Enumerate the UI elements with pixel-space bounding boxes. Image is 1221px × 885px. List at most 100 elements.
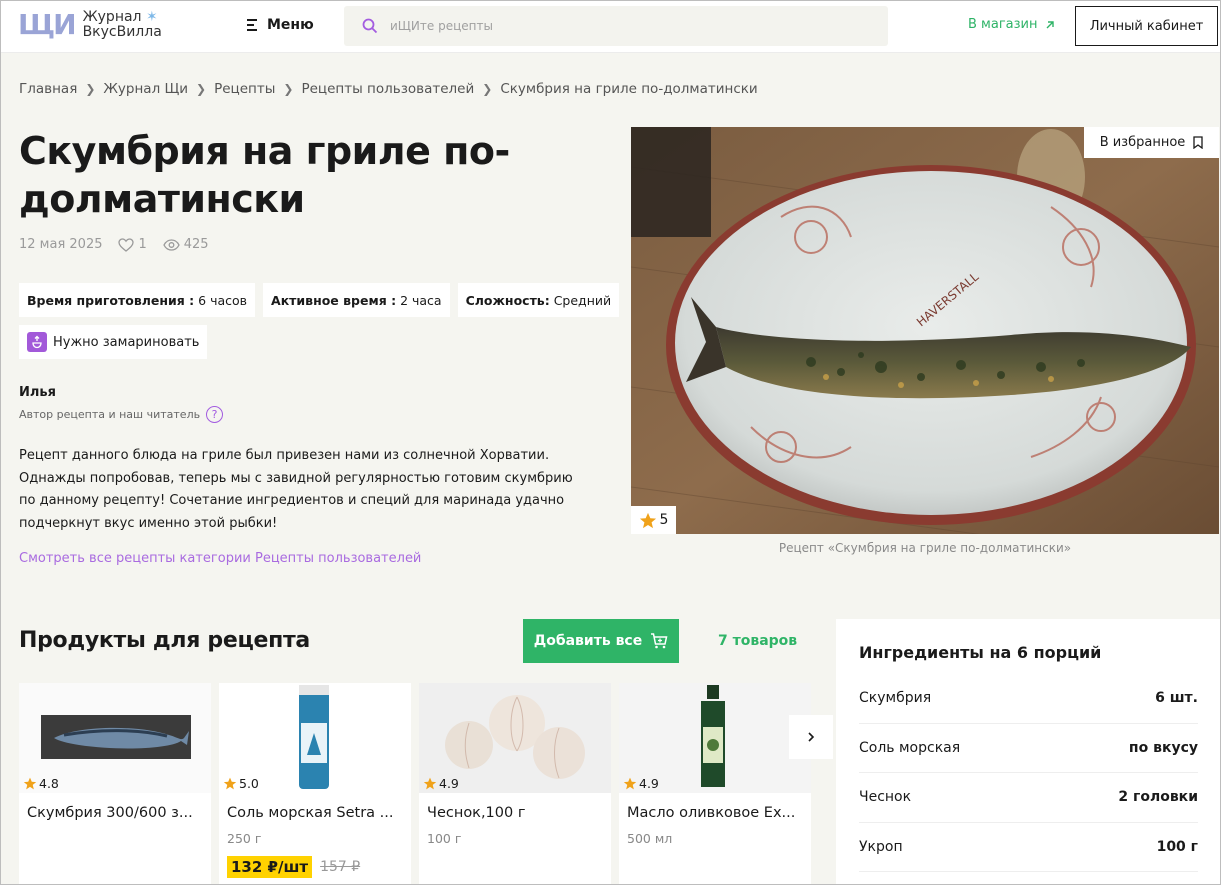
marinate-icon <box>27 332 47 352</box>
product-image-salt: 5.0 <box>219 683 411 793</box>
page: ЩИ Журнал ✶ ВкусВилла Меню В магазин Лич… <box>0 0 1221 885</box>
hamburger-icon <box>247 16 257 34</box>
account-button[interactable]: Личный кабинет <box>1075 6 1218 46</box>
recipe-meta: 12 мая 2025 1 425 <box>19 237 225 252</box>
ingredient-name: Укроп <box>859 838 903 855</box>
breadcrumb-journal[interactable]: Журнал Щи <box>103 81 188 97</box>
views: 425 <box>163 237 209 252</box>
product-rating: 5.0 <box>223 776 259 791</box>
ingredient-row: Чеснок 2 головки <box>859 773 1198 823</box>
author-subtitle: Автор рецепта и наш читатель ? <box>19 406 224 423</box>
logo[interactable]: ЩИ Журнал ✶ ВкусВилла <box>18 7 162 43</box>
product-name: Чеснок,100 г <box>427 805 526 821</box>
likes[interactable]: 1 <box>118 237 147 252</box>
menu-button[interactable]: Меню <box>247 16 314 34</box>
product-weight: 500 мл <box>627 831 673 846</box>
breadcrumb-user-recipes[interactable]: Рецепты пользователей <box>301 81 474 97</box>
favorite-button[interactable]: В избранное <box>1084 127 1219 158</box>
product-list: 4.8 Скумбрия 300/600 з... 5.0 Соль морск… <box>19 683 819 884</box>
chip-label: Время приготовления : <box>27 292 195 308</box>
breadcrumb-home[interactable]: Главная <box>19 81 77 97</box>
product-name: Масло оливковое Ex... <box>627 805 796 821</box>
product-card[interactable]: 4.9 Масло оливковое Ex... 500 мл <box>619 683 811 884</box>
eye-icon <box>163 238 180 251</box>
ingredient-name: Скумбрия <box>859 690 932 707</box>
marinate-label: Нужно замариновать <box>53 334 200 350</box>
photo-rating: 5 <box>631 506 676 534</box>
arrow-up-right-icon <box>1046 20 1055 28</box>
search-input[interactable] <box>390 19 850 33</box>
ingredient-name: Соль морская <box>859 739 961 756</box>
ingredient-amount: по вкусу <box>1128 739 1198 756</box>
dish-image: HAVERSTALL <box>631 127 1219 534</box>
heart-icon <box>118 237 135 252</box>
add-all-button[interactable]: Добавить все <box>523 619 679 663</box>
chevron-right-icon: ❯ <box>85 82 96 96</box>
marinate-chip: Нужно замариновать <box>19 325 208 359</box>
author-role: Автор рецепта и наш читатель <box>19 408 201 421</box>
product-rating-value: 4.8 <box>39 776 59 791</box>
product-card[interactable]: 5.0 Соль морская Setra ... 250 г 132 ₽/ш… <box>219 683 411 884</box>
ingredient-row: Соль морская по вкусу <box>859 724 1198 773</box>
chevron-right-icon <box>808 732 815 742</box>
product-price: 132 ₽/шт 157 ₽ <box>219 856 411 878</box>
author-block: Илья Автор рецепта и наш читатель ? <box>19 385 224 423</box>
ingredients-panel: Ингредиенты на 6 порций Скумбрия 6 шт. С… <box>836 619 1220 884</box>
photo-caption: Рецепт «Скумбрия на гриле по-долматински… <box>778 541 1072 555</box>
logo-mark: ЩИ <box>18 8 77 41</box>
product-weight: 250 г <box>227 831 262 846</box>
star-icon <box>223 777 237 790</box>
product-image-garlic: 4.9 <box>419 683 611 793</box>
likes-count: 1 <box>138 237 147 252</box>
cook-time-chip: Время приготовления : 6 часов <box>19 283 256 317</box>
product-rating-value: 5.0 <box>239 776 259 791</box>
chip-label: Активное время : <box>271 292 397 308</box>
product-rating: 4.8 <box>23 776 59 791</box>
breadcrumb-current: Скумбрия на гриле по-долматински <box>500 81 758 97</box>
star-icon <box>23 777 37 790</box>
recipe-photo[interactable]: HAVERSTALL В избранное 5 <box>631 127 1219 534</box>
site-header: ЩИ Журнал ✶ ВкусВилла Меню В магазин Лич… <box>1 1 1220 53</box>
ingredient-row: Укроп 100 г <box>859 823 1198 872</box>
photo-rating-value: 5 <box>659 512 669 528</box>
product-card[interactable]: 4.8 Скумбрия 300/600 з... <box>19 683 211 884</box>
product-card[interactable]: 4.9 Чеснок,100 г 100 г <box>419 683 611 884</box>
shop-link[interactable]: В магазин <box>968 17 1055 32</box>
menu-label: Меню <box>267 17 314 33</box>
publish-date: 12 мая 2025 <box>19 237 103 252</box>
ingredient-name: Чеснок <box>859 789 912 806</box>
category-link[interactable]: Смотреть все рецепты категории Рецепты п… <box>19 551 421 566</box>
page-title: Скумбрия на гриле по-долматински <box>19 129 510 221</box>
price-old: 157 ₽ <box>320 859 361 875</box>
breadcrumb-recipes[interactable]: Рецепты <box>214 81 275 97</box>
ingredients-title: Ингредиенты на 6 порций <box>859 643 1102 662</box>
chevron-right-icon: ❯ <box>283 82 294 96</box>
chevron-right-icon: ❯ <box>196 82 207 96</box>
help-icon[interactable]: ? <box>206 406 224 423</box>
price-current: 132 ₽/шт <box>227 856 313 878</box>
cart-icon <box>651 633 668 649</box>
chevron-right-icon: ❯ <box>482 82 493 96</box>
views-count: 425 <box>183 237 209 252</box>
product-image-mackerel: 4.8 <box>19 683 211 793</box>
chip-label: Сложность: <box>465 292 550 308</box>
bookmark-icon <box>1193 136 1203 149</box>
product-name: Скумбрия 300/600 з... <box>27 805 193 821</box>
chip-value: 6 часов <box>198 292 248 308</box>
carousel-next-button[interactable] <box>789 715 833 759</box>
logo-line2: ВкусВилла <box>82 24 162 40</box>
logo-text: Журнал ✶ ВкусВилла <box>83 10 162 40</box>
chip-value: 2 часа <box>400 292 442 308</box>
search-bar[interactable] <box>344 6 888 46</box>
product-image-olive-oil: 4.9 <box>619 683 811 793</box>
favorite-label: В избранное <box>1099 135 1186 150</box>
breadcrumb: Главная ❯ Журнал Щи ❯ Рецепты ❯ Рецепты … <box>19 81 758 97</box>
difficulty-chip: Сложность: Средний <box>457 283 620 317</box>
star-icon <box>423 777 437 790</box>
recipe-description: Рецепт данного блюда на гриле был привез… <box>19 448 573 531</box>
star-icon <box>639 512 656 528</box>
product-weight: 100 г <box>427 831 462 846</box>
products-title: Продукты для рецепта <box>19 628 310 653</box>
ingredient-row: Скумбрия 6 шт. <box>859 674 1198 724</box>
products-count-link[interactable]: 7 товаров <box>718 633 797 649</box>
